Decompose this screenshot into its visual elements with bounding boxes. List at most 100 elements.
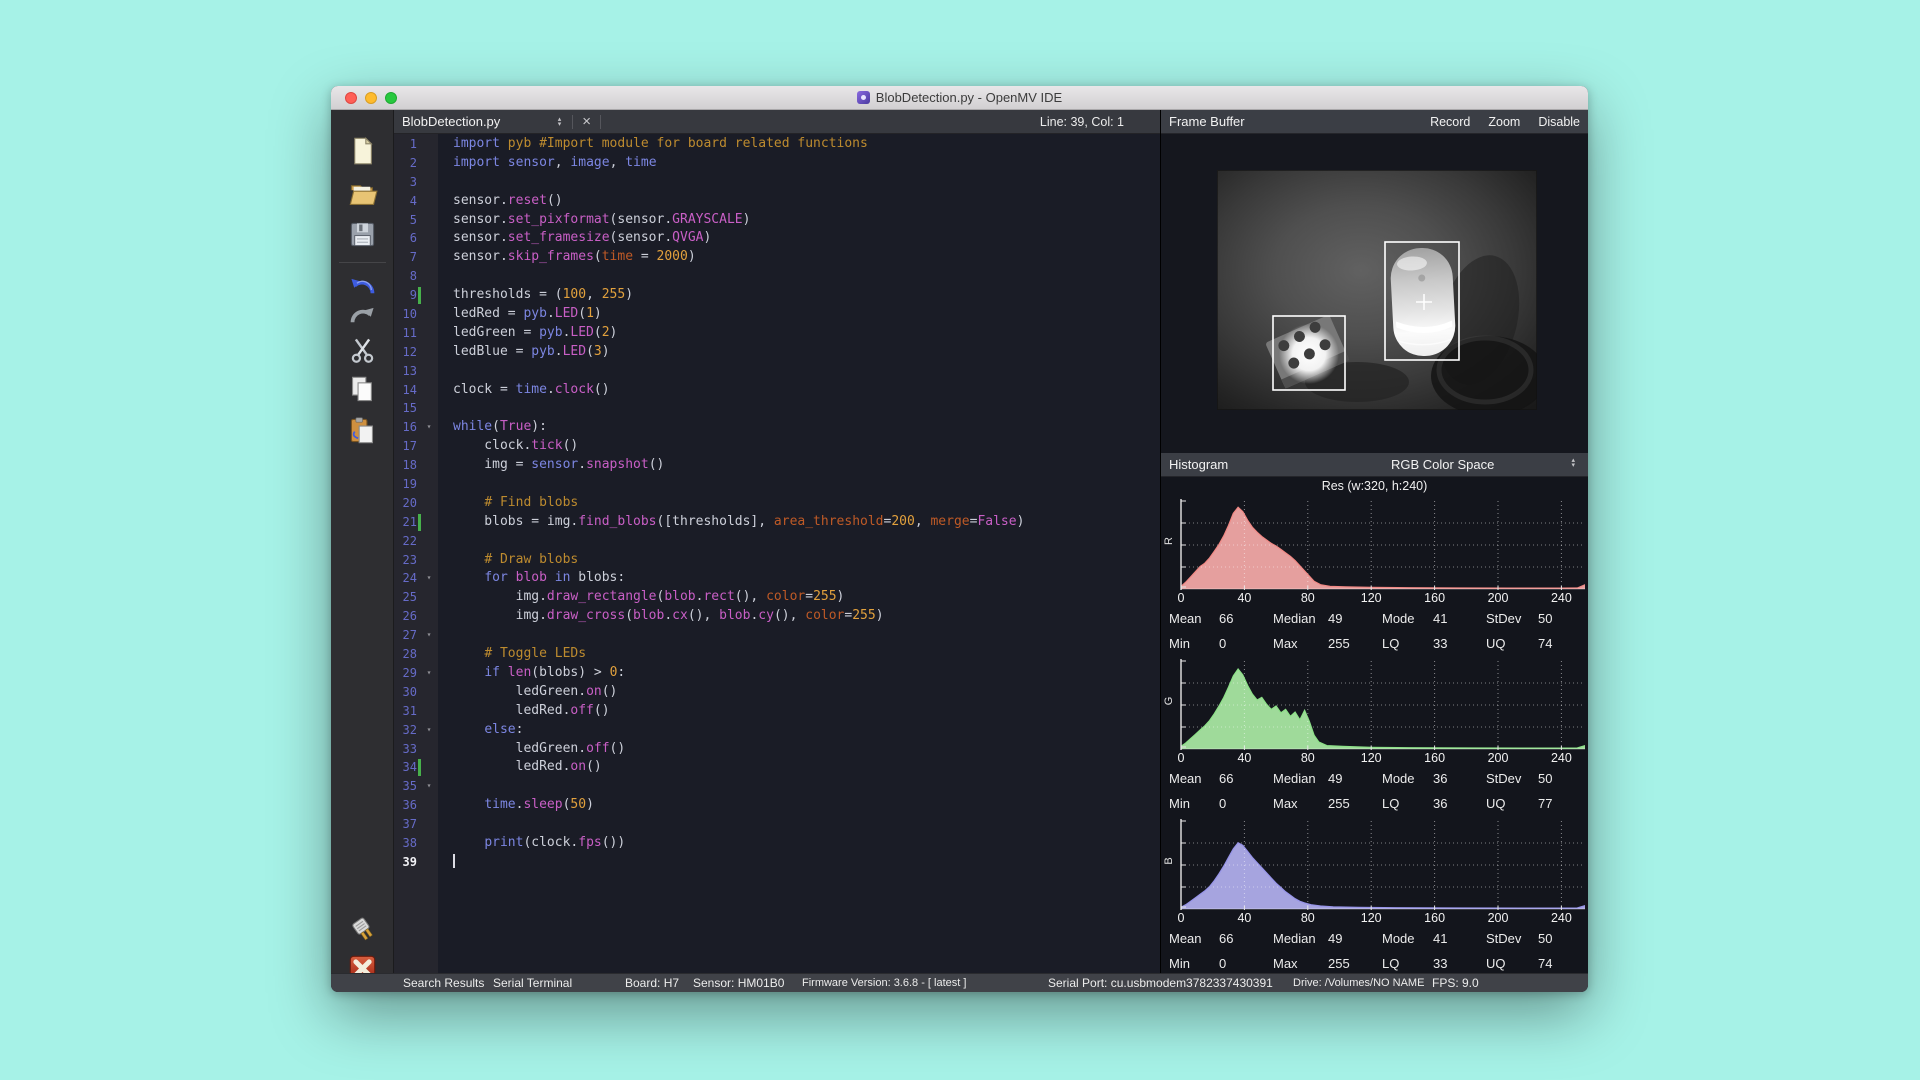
code-line[interactable]: 7sensor.skip_frames(time = 2000) bbox=[394, 248, 1160, 267]
code-line[interactable]: 4sensor.reset() bbox=[394, 192, 1160, 211]
code-line[interactable]: 19 bbox=[394, 475, 1160, 494]
tab-switcher-icon[interactable]: ▴▾ bbox=[558, 117, 562, 127]
code-line[interactable]: 31 ledRed.off() bbox=[394, 702, 1160, 721]
code-line[interactable]: 16▾while(True): bbox=[394, 418, 1160, 437]
code-line[interactable]: 8 bbox=[394, 267, 1160, 286]
zoom-button[interactable]: Zoom bbox=[1488, 115, 1520, 129]
code-line[interactable]: 17 clock.tick() bbox=[394, 437, 1160, 456]
save-floppy-icon bbox=[347, 219, 378, 250]
tab-close-icon[interactable]: × bbox=[578, 113, 595, 130]
code-line[interactable]: 6sensor.set_framesize(sensor.QVGA) bbox=[394, 229, 1160, 248]
change-marker-slot bbox=[418, 854, 421, 871]
code-line[interactable]: 28 # Toggle LEDs bbox=[394, 645, 1160, 664]
title-bar[interactable]: BlobDetection.py - OpenMV IDE bbox=[331, 86, 1588, 110]
code-text: import sensor, image, time bbox=[437, 154, 657, 173]
redo-button[interactable] bbox=[347, 299, 378, 330]
code-area[interactable]: 1import pyb #Import module for board rel… bbox=[394, 134, 1160, 973]
code-line[interactable]: 35▾ bbox=[394, 777, 1160, 796]
code-line[interactable]: 26 img.draw_cross(blob.cx(), blob.cy(), … bbox=[394, 607, 1160, 626]
code-line[interactable]: 38 print(clock.fps()) bbox=[394, 834, 1160, 853]
code-line[interactable]: 1import pyb #Import module for board rel… bbox=[394, 135, 1160, 154]
code-line[interactable]: 13 bbox=[394, 362, 1160, 381]
minimize-window-button[interactable] bbox=[365, 92, 377, 104]
line-number: 15 bbox=[394, 399, 417, 418]
code-line[interactable]: 5sensor.set_pixformat(sensor.GRAYSCALE) bbox=[394, 211, 1160, 230]
code-line[interactable]: 20 # Find blobs bbox=[394, 494, 1160, 513]
stat-value: 36 bbox=[1433, 796, 1447, 811]
change-marker-slot bbox=[418, 552, 421, 569]
disable-button[interactable]: Disable bbox=[1538, 115, 1580, 129]
line-number: 22 bbox=[394, 532, 417, 551]
connect-button[interactable] bbox=[347, 914, 378, 945]
code-line[interactable]: 34 ledRed.on() bbox=[394, 758, 1160, 777]
code-line[interactable]: 32▾ else: bbox=[394, 721, 1160, 740]
x-axis-tick-labels: 04080120160200240 bbox=[1179, 751, 1585, 768]
change-marker-slot bbox=[418, 193, 421, 210]
record-button[interactable]: Record bbox=[1430, 115, 1470, 129]
line-number: 29 bbox=[394, 664, 417, 683]
change-marker-slot bbox=[418, 212, 421, 229]
code-line[interactable]: 27▾ bbox=[394, 626, 1160, 645]
change-marker-slot bbox=[418, 155, 421, 172]
code-line[interactable]: 29▾ if len(blobs) > 0: bbox=[394, 664, 1160, 683]
change-marker-slot bbox=[418, 684, 421, 701]
code-line[interactable]: 36 time.sleep(50) bbox=[394, 796, 1160, 815]
line-number: 34 bbox=[394, 758, 417, 777]
code-line[interactable]: 23 # Draw blobs bbox=[394, 551, 1160, 570]
code-line[interactable]: 18 img = sensor.snapshot() bbox=[394, 456, 1160, 475]
histogram-plot-B bbox=[1179, 819, 1585, 910]
paste-button[interactable] bbox=[347, 415, 378, 446]
code-text: else: bbox=[437, 721, 523, 740]
stat-value: 49 bbox=[1328, 611, 1342, 626]
tab-blobdetection[interactable]: BlobDetection.py ▴▾ × bbox=[394, 110, 606, 133]
copy-button[interactable] bbox=[347, 374, 378, 405]
code-line[interactable]: 37 bbox=[394, 815, 1160, 834]
stat-label: UQ bbox=[1486, 796, 1506, 811]
stat-label: Min bbox=[1169, 956, 1190, 971]
code-line[interactable]: 21 blobs = img.find_blobs([thresholds], … bbox=[394, 513, 1160, 532]
stat-label: Median bbox=[1273, 611, 1316, 626]
sensor-status: Sensor: HM01B0 bbox=[693, 976, 784, 990]
code-line[interactable]: 25 img.draw_rectangle(blob.rect(), color… bbox=[394, 588, 1160, 607]
undo-button[interactable] bbox=[347, 270, 378, 301]
stats-row: Mean66Median49Mode41StDev50 bbox=[1161, 931, 1588, 953]
new-file-button[interactable] bbox=[347, 135, 378, 166]
color-space-stepper-icon[interactable]: ▴▾ bbox=[1571, 458, 1575, 468]
zoom-window-button[interactable] bbox=[385, 92, 397, 104]
code-line[interactable]: 22 bbox=[394, 532, 1160, 551]
change-marker-slot bbox=[418, 646, 421, 663]
serial-terminal-button[interactable]: Serial Terminal bbox=[493, 976, 572, 990]
cut-button[interactable] bbox=[347, 335, 378, 366]
code-line[interactable]: 3 bbox=[394, 173, 1160, 192]
fold-arrow-icon[interactable]: ▾ bbox=[421, 418, 437, 437]
search-results-button[interactable]: Search Results bbox=[403, 976, 484, 990]
fold-arrow-icon[interactable]: ▾ bbox=[421, 569, 437, 588]
code-line[interactable]: 2import sensor, image, time bbox=[394, 154, 1160, 173]
code-line[interactable]: 39 bbox=[394, 853, 1160, 872]
close-window-button[interactable] bbox=[345, 92, 357, 104]
code-lines: 1import pyb #Import module for board rel… bbox=[394, 135, 1160, 872]
fold-arrow-icon[interactable]: ▾ bbox=[421, 777, 437, 796]
tick-label: 0 bbox=[1178, 911, 1185, 925]
code-line[interactable]: 15 bbox=[394, 399, 1160, 418]
fold-arrow-icon[interactable]: ▾ bbox=[421, 626, 437, 645]
code-line[interactable]: 33 ledGreen.off() bbox=[394, 740, 1160, 759]
code-line[interactable]: 10ledRed = pyb.LED(1) bbox=[394, 305, 1160, 324]
code-text: # Draw blobs bbox=[437, 551, 578, 570]
stat-value: 66 bbox=[1219, 611, 1233, 626]
tick-label: 0 bbox=[1178, 751, 1185, 765]
color-space-dropdown[interactable]: RGB Color Space bbox=[1391, 457, 1494, 472]
stat-value: 33 bbox=[1433, 636, 1447, 651]
code-line[interactable]: 30 ledGreen.on() bbox=[394, 683, 1160, 702]
fold-arrow-icon[interactable]: ▾ bbox=[421, 664, 437, 683]
code-line[interactable]: 12ledBlue = pyb.LED(3) bbox=[394, 343, 1160, 362]
code-line[interactable]: 11ledGreen = pyb.LED(2) bbox=[394, 324, 1160, 343]
tab-label: BlobDetection.py bbox=[402, 114, 558, 129]
code-line[interactable]: 24▾ for blob in blobs: bbox=[394, 569, 1160, 588]
code-line[interactable]: 14clock = time.clock() bbox=[394, 381, 1160, 400]
save-file-button[interactable] bbox=[347, 219, 378, 250]
change-marker-slot bbox=[418, 816, 421, 833]
fold-arrow-icon[interactable]: ▾ bbox=[421, 721, 437, 740]
open-file-button[interactable] bbox=[347, 179, 378, 210]
code-line[interactable]: 9thresholds = (100, 255) bbox=[394, 286, 1160, 305]
